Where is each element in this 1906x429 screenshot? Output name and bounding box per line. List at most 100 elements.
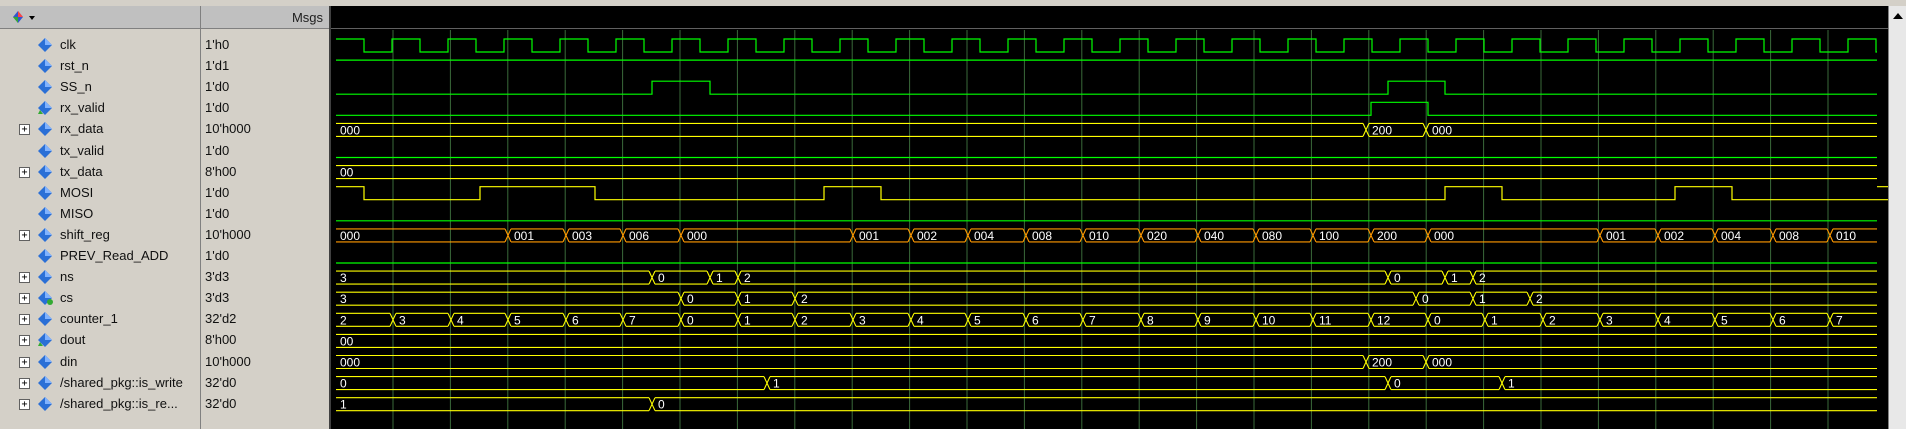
signal-icon	[38, 206, 52, 221]
bus-signal-icon	[38, 122, 52, 137]
scroll-up-arrow-icon[interactable]	[1889, 6, 1906, 26]
waveform-tx_data[interactable]: 00	[336, 165, 1877, 180]
signal-row[interactable]: MOSI	[0, 183, 200, 204]
waveform-din[interactable]: 000 200 000	[336, 354, 1877, 370]
bus-value-label: 001	[514, 229, 534, 243]
signal-row[interactable]: + din	[0, 352, 200, 373]
signal-name: shift_reg	[60, 226, 110, 242]
signal-row[interactable]: clk	[0, 35, 200, 56]
signal-name: rx_valid	[60, 100, 105, 116]
expand-icon[interactable]: +	[19, 377, 30, 389]
signal-icon	[38, 185, 52, 200]
waveform--shared_pkg--is_re---[interactable]: 10	[336, 397, 1877, 412]
bit-trace	[336, 186, 1888, 201]
signal-row[interactable]: SS_n	[0, 77, 200, 98]
bus-segment	[336, 354, 1367, 370]
signal-value: 1'd0	[205, 205, 230, 221]
waveform-canvas[interactable]: 000 200 00000000 001 003 006 000 001 002 004 008 01…	[331, 6, 1888, 429]
bus-value-label: 008	[1779, 229, 1799, 243]
signal-name: MISO	[60, 205, 94, 221]
bus-value-label: 1	[773, 377, 780, 391]
signal-value: 1'd0	[205, 79, 230, 95]
signal-row[interactable]: + dout	[0, 330, 200, 351]
waveform-pane[interactable]: 000 200 000 00 000 001 003 006 000 001 002 004 008 01…	[331, 6, 1888, 429]
signal-row[interactable]: + shift_reg	[0, 225, 200, 246]
expand-icon[interactable]: +	[19, 166, 30, 178]
signal-icon	[38, 143, 52, 158]
signal-row[interactable]: rx_valid	[0, 98, 200, 119]
expand-icon[interactable]: +	[19, 356, 30, 368]
output-signal-icon	[38, 333, 52, 348]
bus-signal-icon	[38, 354, 52, 369]
value-pane-header: Msgs	[201, 6, 329, 29]
vertical-scrollbar[interactable]	[1888, 6, 1906, 429]
signal-row[interactable]: + tx_data	[0, 162, 200, 183]
signal-row[interactable]: rst_n	[0, 56, 200, 77]
bus-segment	[1472, 270, 1877, 285]
signal-value: 8'h00	[205, 163, 237, 179]
bus-value-label: 7	[1836, 313, 1843, 327]
signal-value: 32'd2	[205, 311, 237, 327]
bus-value-label: 1	[340, 398, 347, 412]
waveform-MOSI[interactable]	[336, 186, 1888, 201]
expand-icon[interactable]: +	[19, 124, 30, 136]
waveform-cs[interactable]: 3 0 1 2 0 1 2	[336, 291, 1877, 306]
signal-row[interactable]: PREV_Read_ADD	[0, 246, 200, 267]
bus-value-label: 1	[1479, 292, 1486, 306]
signal-name: rx_data	[60, 121, 104, 137]
signal-row[interactable]: + ns	[0, 267, 200, 288]
bus-value-label: 5	[514, 313, 521, 327]
signal-value: 1'd0	[205, 184, 230, 200]
waveform-counter_1[interactable]: 2 3 4 5 6 7 0 1 2 3 4 5 6 7 8 9 10 11 12 0 1 2 3 4 5 6 7	[336, 312, 1877, 327]
waveform-dout[interactable]: 00	[336, 333, 1877, 348]
bus-value-label: 002	[1664, 229, 1684, 243]
bus-segment	[1387, 376, 1503, 391]
bus-value-label: 11	[1319, 313, 1332, 327]
bus-value-label: 1	[744, 313, 751, 327]
bus-value-label: 1	[716, 271, 723, 285]
signal-row[interactable]: + /shared_pkg::is_re...	[0, 394, 200, 415]
signal-row[interactable]: + rx_data	[0, 119, 200, 140]
bus-value-label: 4	[917, 313, 924, 327]
signal-value: 32'd0	[205, 374, 237, 390]
waveform-ns[interactable]: 3 0 1 2 0 1 2	[336, 270, 1877, 285]
bus-segment	[1529, 291, 1877, 306]
waveform-rx_valid[interactable]	[336, 101, 1877, 116]
signal-value-pane: Msgs 1'h0 1'd1 1'd0 1'd0 10'h000 1'd0 8'h00 1'd…	[201, 6, 331, 429]
expand-icon[interactable]: +	[19, 335, 30, 347]
waveform-rx_data[interactable]: 000 200 000	[336, 122, 1877, 137]
bus-signal-icon	[38, 312, 52, 327]
signal-row[interactable]: + cs	[0, 288, 200, 309]
bus-value-label: 4	[1664, 313, 1671, 327]
bus-signal-icon	[38, 270, 52, 285]
waveform--shared_pkg--is_write[interactable]: 0 1 0 1	[336, 376, 1877, 391]
bus-value-label: 6	[1032, 313, 1039, 327]
bus-segment	[336, 165, 1877, 180]
signal-row[interactable]: + /shared_pkg::is_write	[0, 373, 200, 394]
bus-segment	[1501, 376, 1877, 391]
signal-value: 1'd0	[205, 248, 230, 263]
expand-icon[interactable]: +	[19, 272, 30, 284]
palette-icon[interactable]	[10, 9, 40, 25]
signal-value: 1'd1	[205, 58, 230, 74]
bus-segment	[336, 291, 682, 306]
expand-icon[interactable]: +	[19, 293, 30, 305]
waveform-shift_reg[interactable]: 000 001 003 006 000 001 002 004 008 010 020 040 080 1…	[336, 228, 1877, 243]
bus-value-label: 2	[744, 271, 751, 285]
waveform-clk[interactable]	[336, 38, 1877, 53]
bus-value-label: 2	[1479, 271, 1486, 285]
bus-value-label: 004	[1721, 229, 1741, 243]
signal-row[interactable]: tx_valid	[0, 141, 200, 162]
bus-value-label: 0	[1422, 292, 1429, 306]
signal-name: din	[60, 353, 78, 369]
signal-name: tx_valid	[60, 142, 105, 158]
expand-icon[interactable]: +	[19, 314, 30, 326]
waveform-SS_n[interactable]	[336, 80, 1877, 95]
expand-icon[interactable]: +	[19, 398, 30, 410]
signal-row[interactable]: + counter_1	[0, 309, 200, 330]
expand-icon[interactable]: +	[19, 229, 30, 241]
signal-value: 3'd3	[205, 290, 230, 306]
bus-segment	[336, 376, 768, 391]
signal-row[interactable]: MISO	[0, 204, 200, 225]
bus-segment	[1425, 354, 1877, 370]
